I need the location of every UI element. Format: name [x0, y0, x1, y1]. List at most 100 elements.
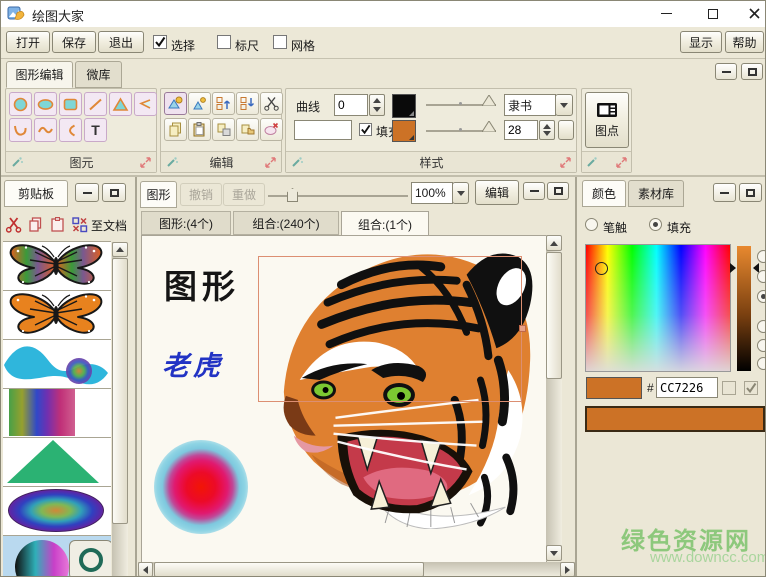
redo-button[interactable]: 重做 [223, 183, 265, 206]
canvas-edit-button[interactable]: 编辑 [475, 180, 519, 205]
color-apply-checkbox[interactable] [744, 381, 758, 395]
hex-color-input[interactable] [656, 377, 718, 398]
gradient-circle-object[interactable] [154, 440, 248, 534]
stroke-radio[interactable] [585, 218, 598, 231]
color-field[interactable] [585, 244, 731, 372]
tool-polygon-button[interactable] [134, 92, 157, 116]
zoom-dropdown-arrow[interactable] [452, 182, 469, 204]
fill-checkbox[interactable] [359, 123, 372, 136]
fill-slider-thumb[interactable] [482, 121, 496, 132]
grid-checkbox[interactable] [273, 35, 287, 49]
clipboard-copy-button[interactable] [25, 213, 45, 235]
canvas-hscrollbar-thumb[interactable] [154, 562, 424, 577]
subtab-shapes[interactable]: 图形:(4个) [141, 211, 231, 235]
subtab-group-240[interactable]: 组合:(240个) [233, 211, 339, 235]
scroll-up-icon[interactable] [112, 242, 128, 257]
undo-button[interactable]: 撤销 [180, 183, 222, 206]
scroll-down-icon[interactable] [546, 545, 562, 561]
ruler-checkbox[interactable] [217, 35, 231, 49]
selection-handle[interactable] [519, 325, 526, 332]
scroll-right-icon[interactable] [560, 562, 575, 577]
collapse-icon[interactable] [615, 156, 628, 169]
tool-wave-button[interactable] [34, 118, 57, 142]
points-button[interactable]: 图点 [585, 92, 629, 148]
clipboard-paste-button[interactable] [47, 213, 67, 235]
preset-radio-4[interactable] [757, 320, 766, 333]
save-button[interactable]: 保存 [52, 31, 96, 53]
curve-width-spinner[interactable] [369, 94, 385, 116]
edit-select-shapes-button[interactable] [164, 92, 187, 115]
material-panel-tab[interactable]: 素材库 [628, 180, 684, 207]
drawing-maximize-button[interactable] [547, 182, 569, 200]
edit-send-backward-button[interactable] [236, 92, 259, 115]
canvas-vscrollbar-thumb[interactable] [546, 252, 562, 379]
drawing-canvas[interactable]: 图形 老虎 [141, 235, 547, 563]
stroke-slider-thumb[interactable] [482, 95, 496, 106]
fill-color-swatch[interactable] [392, 120, 416, 142]
tab-micro-library[interactable]: 微库 [75, 61, 122, 88]
edit-bring-forward-button[interactable] [212, 92, 235, 115]
clipboard-item-wave[interactable] [3, 340, 111, 389]
minimize-button[interactable] [649, 1, 683, 26]
drawing-minimize-button[interactable] [523, 182, 545, 200]
selection-rectangle[interactable] [258, 256, 522, 402]
maximize-button[interactable] [696, 1, 730, 26]
style-extra-button[interactable] [558, 120, 574, 140]
tool-rect-button[interactable] [59, 92, 82, 116]
brightness-marker-left[interactable] [730, 263, 736, 273]
ribbon-minimize-button[interactable] [715, 63, 737, 80]
clipboard-cut-button[interactable] [3, 213, 23, 235]
font-select[interactable]: 隶书 [504, 94, 556, 116]
edit-delete-button[interactable] [260, 118, 283, 141]
preset-radio-3[interactable] [757, 290, 766, 303]
clipboard-item-gradient-ellipse[interactable] [3, 487, 111, 536]
clipboard-item-butterfly-1[interactable] [3, 242, 111, 291]
font-select-arrow[interactable] [555, 94, 573, 116]
stroke-color-swatch[interactable] [392, 94, 416, 118]
clipboard-item-gradient-rect[interactable] [3, 389, 111, 438]
color-minimize-button[interactable] [713, 183, 736, 202]
scroll-up-icon[interactable] [546, 235, 562, 251]
exit-button[interactable]: 退出 [98, 31, 144, 53]
preset-radio-6[interactable] [757, 357, 766, 370]
clipboard-panel-tab[interactable]: 剪贴板 [4, 180, 68, 207]
clipboard-item-triangle[interactable] [3, 438, 111, 487]
brightness-bar[interactable] [737, 246, 751, 371]
tool-arc-button[interactable] [59, 118, 82, 142]
tab-shape-edit[interactable]: 图形编辑 [6, 61, 73, 88]
preset-radio-2[interactable] [757, 270, 766, 283]
help-button[interactable]: 帮助 [725, 31, 764, 53]
zoom-slider-thumb[interactable] [287, 188, 298, 202]
preset-radio-1[interactable] [757, 250, 766, 263]
collapse-icon[interactable] [264, 156, 277, 169]
font-size-input[interactable] [504, 120, 538, 140]
color-panel-tab[interactable]: 颜色 [582, 180, 626, 207]
select-checkbox[interactable] [153, 35, 167, 49]
edit-copy-special-button[interactable] [212, 118, 235, 141]
scroll-left-icon[interactable] [138, 562, 153, 577]
fill-radio[interactable] [649, 218, 662, 231]
preset-radio-5[interactable] [757, 339, 766, 352]
color-maximize-button[interactable] [739, 183, 762, 202]
circle-glyph-button[interactable] [69, 540, 111, 577]
ribbon-maximize-button[interactable] [741, 63, 763, 80]
clipboard-scrollbar-thumb[interactable] [112, 258, 128, 524]
subtab-group-1[interactable]: 组合:(1个) [341, 211, 429, 236]
tool-ellipse-button[interactable] [34, 92, 57, 116]
tool-curve-button[interactable] [9, 118, 32, 142]
edit-cut-button[interactable] [260, 92, 283, 115]
zoom-value[interactable]: 100% [411, 182, 453, 204]
collapse-icon[interactable] [139, 156, 152, 169]
clipboard-maximize-button[interactable] [102, 183, 126, 202]
collapse-icon[interactable] [559, 156, 572, 169]
display-button[interactable]: 显示 [680, 31, 722, 53]
clipboard-item-selected[interactable] [3, 536, 111, 577]
edit-paste-button[interactable] [188, 118, 211, 141]
font-size-spinner[interactable] [539, 120, 555, 140]
tool-triangle-button[interactable] [109, 92, 132, 116]
to-document-button[interactable]: 至文档 [91, 217, 127, 234]
edit-copy-button[interactable] [164, 118, 187, 141]
tool-line-button[interactable] [84, 92, 107, 116]
open-button[interactable]: 打开 [6, 31, 50, 53]
curve-width-input[interactable] [334, 94, 368, 116]
